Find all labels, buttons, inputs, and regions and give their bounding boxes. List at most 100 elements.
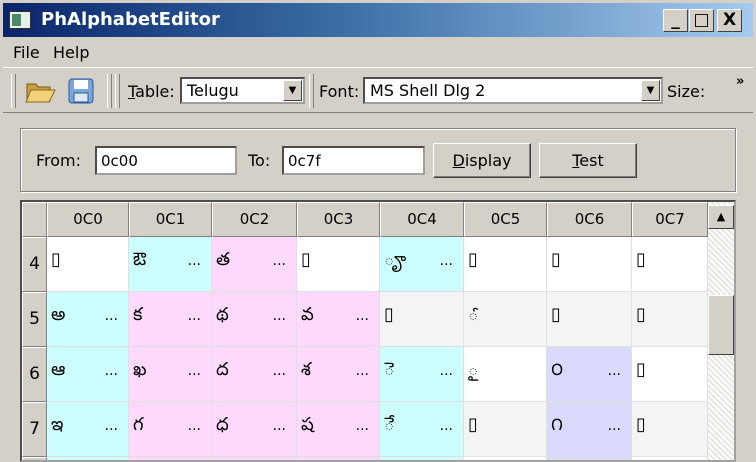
cell-more-button[interactable]: ... bbox=[440, 363, 453, 379]
table-cell[interactable]: ద... bbox=[212, 347, 297, 402]
scrollbar-thumb[interactable] bbox=[708, 295, 734, 355]
table-cell[interactable] bbox=[297, 457, 380, 460]
table-cell[interactable]: త... bbox=[212, 237, 297, 292]
table-cell[interactable]: అ... bbox=[47, 292, 129, 347]
cell-more-button[interactable]: ... bbox=[273, 308, 286, 324]
table-cell[interactable] bbox=[464, 457, 547, 460]
cell-character: క bbox=[133, 304, 143, 325]
cell-more-button[interactable]: ... bbox=[356, 308, 369, 324]
table-cell[interactable]: ▯ bbox=[47, 237, 129, 292]
toolbar-overflow-button[interactable]: » bbox=[736, 74, 744, 89]
scroll-up-arrow-icon[interactable]: ▲ bbox=[708, 205, 734, 229]
table-cell[interactable]: ◌ే... bbox=[380, 402, 464, 457]
table-cell[interactable]: ◌ౄ... bbox=[380, 237, 464, 292]
table-cell[interactable]: ౦... bbox=[547, 347, 632, 402]
row-header[interactable]: 7 bbox=[22, 402, 47, 457]
table-cell[interactable]: థ... bbox=[212, 292, 297, 347]
table-cell[interactable]: వ... bbox=[297, 292, 380, 347]
table-cell[interactable]: ▯ bbox=[632, 237, 708, 292]
column-header[interactable]: 0C1 bbox=[129, 202, 212, 237]
menu-help[interactable]: Help bbox=[53, 43, 89, 62]
column-header[interactable]: 0C4 bbox=[380, 202, 464, 237]
table-cell[interactable]: ౧... bbox=[547, 402, 632, 457]
cell-character: ▯ bbox=[636, 414, 646, 435]
cell-more-button[interactable]: ... bbox=[188, 363, 201, 379]
chevron-down-icon[interactable]: ▼ bbox=[283, 80, 302, 101]
cell-more-button[interactable]: ... bbox=[105, 418, 118, 434]
toolbar-grip[interactable] bbox=[115, 74, 120, 108]
table-cell[interactable] bbox=[380, 457, 464, 460]
table-cell[interactable]: ▯ bbox=[297, 237, 380, 292]
table-cell[interactable]: ◌ె... bbox=[380, 347, 464, 402]
table-select[interactable]: Telugu ▼ bbox=[180, 77, 305, 104]
close-button[interactable]: X bbox=[717, 9, 742, 32]
open-folder-icon[interactable] bbox=[25, 78, 57, 104]
cell-more-button[interactable]: ... bbox=[273, 418, 286, 434]
display-button-label: Display bbox=[453, 151, 512, 170]
table-cell[interactable]: ◌ౖ bbox=[464, 347, 547, 402]
cell-more-button[interactable]: ... bbox=[105, 308, 118, 324]
table-cell[interactable]: ▯ bbox=[464, 402, 547, 457]
table-cell[interactable] bbox=[129, 457, 212, 460]
maximize-button[interactable]: □ bbox=[689, 9, 714, 32]
font-select[interactable]: MS Shell Dlg 2 ▼ bbox=[363, 77, 663, 104]
table-cell[interactable] bbox=[547, 457, 632, 460]
column-header[interactable]: 0C6 bbox=[547, 202, 632, 237]
to-input[interactable]: 0c7f bbox=[282, 146, 425, 175]
cell-more-button[interactable]: ... bbox=[356, 363, 369, 379]
row-header[interactable]: 6 bbox=[22, 347, 47, 402]
from-input[interactable]: 0c00 bbox=[95, 146, 237, 175]
table-cell[interactable] bbox=[632, 457, 708, 460]
table-cell[interactable]: ఇ... bbox=[47, 402, 129, 457]
display-button[interactable]: Display bbox=[433, 143, 531, 178]
cell-character: ▯ bbox=[636, 304, 646, 325]
cell-more-button[interactable]: ... bbox=[440, 253, 453, 269]
table-cell[interactable]: ▯ bbox=[464, 237, 547, 292]
table-cell[interactable]: ధ... bbox=[212, 402, 297, 457]
cell-more-button[interactable]: ... bbox=[608, 363, 621, 379]
vertical-scrollbar[interactable]: ▲ bbox=[708, 202, 734, 460]
row-header[interactable] bbox=[22, 457, 47, 460]
table-cell[interactable]: ▯ bbox=[632, 292, 708, 347]
test-button[interactable]: Test bbox=[539, 143, 637, 178]
cell-more-button[interactable]: ... bbox=[273, 363, 286, 379]
cell-character: ఔ bbox=[133, 249, 147, 270]
column-header[interactable]: 0C0 bbox=[47, 202, 129, 237]
table-cell[interactable]: క... bbox=[129, 292, 212, 347]
table-cell[interactable]: ▯ bbox=[380, 292, 464, 347]
table-cell[interactable] bbox=[47, 457, 129, 460]
minimize-button[interactable]: _ bbox=[663, 9, 688, 32]
cell-more-button[interactable]: ... bbox=[188, 418, 201, 434]
cell-more-button[interactable]: ... bbox=[608, 418, 621, 434]
table-cell[interactable]: గ... bbox=[129, 402, 212, 457]
table-cell[interactable]: ▯ bbox=[632, 402, 708, 457]
column-header[interactable]: 0C2 bbox=[212, 202, 297, 237]
table-cell[interactable]: ఆ... bbox=[47, 347, 129, 402]
table-cell[interactable]: ▯ bbox=[632, 347, 708, 402]
table-cell[interactable]: ఖ... bbox=[129, 347, 212, 402]
cell-more-button[interactable]: ... bbox=[440, 418, 453, 434]
corner-header[interactable] bbox=[22, 202, 47, 237]
menu-file[interactable]: File bbox=[13, 43, 40, 62]
table-cell[interactable] bbox=[212, 457, 297, 460]
column-header[interactable]: 0C7 bbox=[632, 202, 708, 237]
cell-more-button[interactable]: ... bbox=[188, 308, 201, 324]
cell-more-button[interactable]: ... bbox=[105, 363, 118, 379]
row-header[interactable]: 4 bbox=[22, 237, 47, 292]
table-cell[interactable]: ష... bbox=[297, 402, 380, 457]
cell-more-button[interactable]: ... bbox=[273, 253, 286, 269]
table-cell[interactable]: ▯ bbox=[547, 292, 632, 347]
table-cell[interactable]: ఔ... bbox=[129, 237, 212, 292]
save-icon[interactable] bbox=[67, 77, 95, 105]
row-header[interactable]: 5 bbox=[22, 292, 47, 347]
column-header[interactable]: 0C3 bbox=[297, 202, 380, 237]
cell-character: వ bbox=[301, 304, 314, 325]
cell-more-button[interactable]: ... bbox=[356, 418, 369, 434]
toolbar-grip[interactable] bbox=[11, 74, 16, 108]
cell-more-button[interactable]: ... bbox=[188, 253, 201, 269]
table-cell[interactable]: ▯ bbox=[547, 237, 632, 292]
table-cell[interactable]: ◌ౕ bbox=[464, 292, 547, 347]
table-cell[interactable]: శ... bbox=[297, 347, 380, 402]
column-header[interactable]: 0C5 bbox=[464, 202, 547, 237]
chevron-down-icon[interactable]: ▼ bbox=[641, 80, 660, 101]
